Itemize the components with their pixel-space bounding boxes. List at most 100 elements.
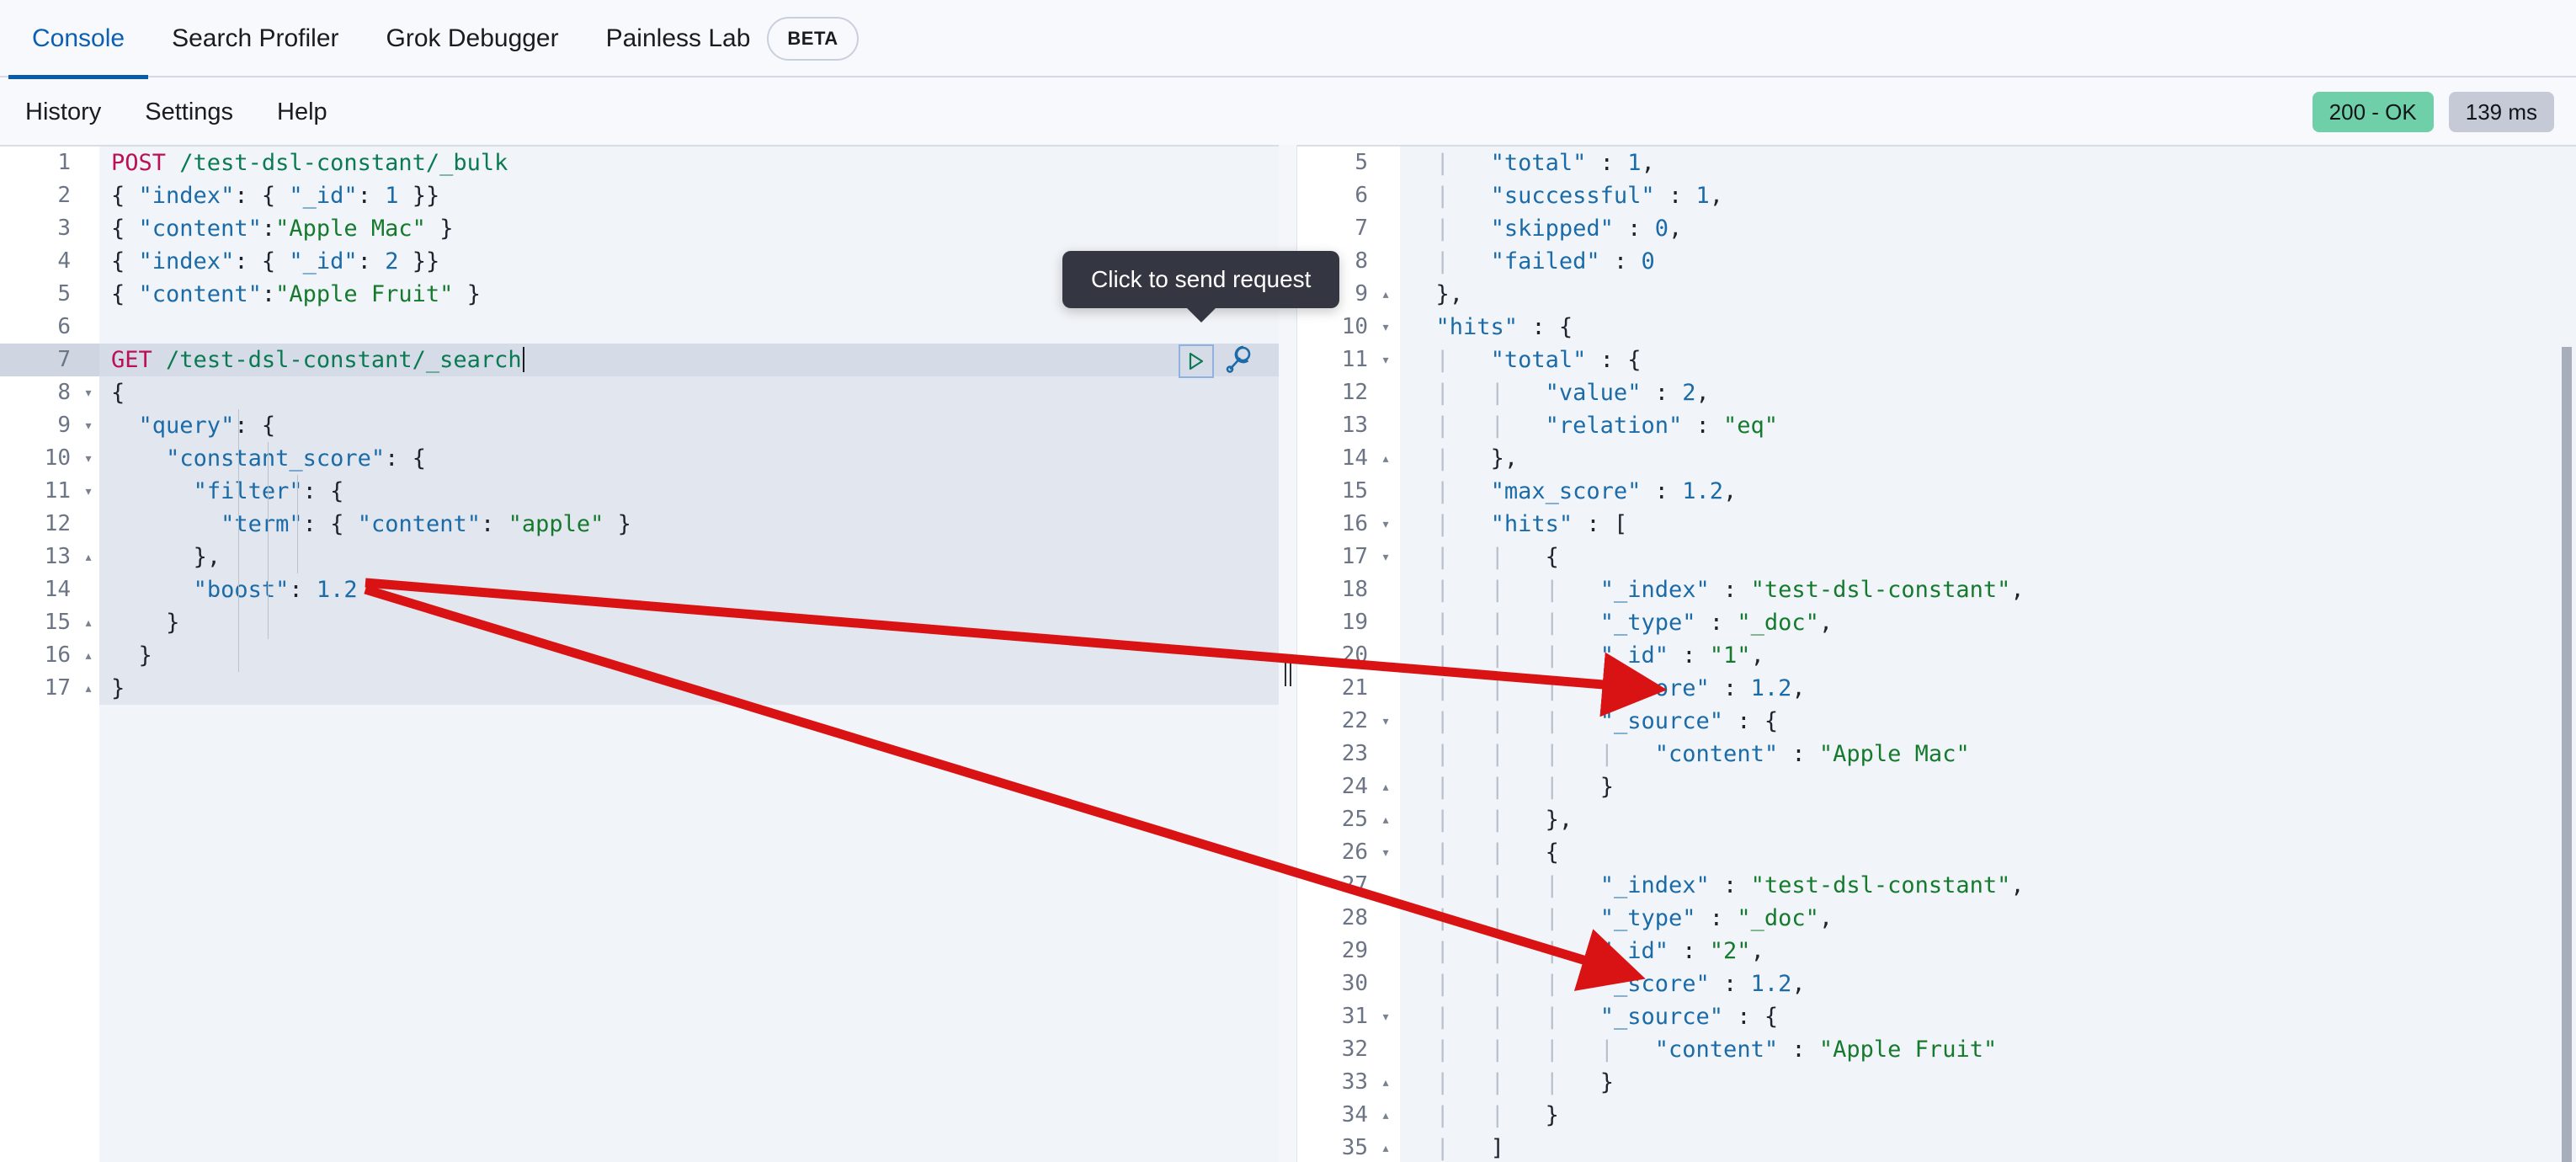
response-line-number: 14 [1297, 442, 1375, 475]
editor-line[interactable]: 7GET /test-dsl-constant/_search [0, 344, 1279, 376]
editor-line[interactable]: 9▾ "query": { [0, 409, 1279, 442]
tab-search-profiler[interactable]: Search Profiler [148, 0, 362, 77]
chevron-down-icon[interactable]: ▾ [77, 409, 99, 442]
chevron-down-icon[interactable]: ▾ [1375, 836, 1397, 869]
response-line-number: 16 [1297, 508, 1375, 541]
editor-line[interactable]: 13▴ }, [0, 541, 1279, 573]
chevron-up-icon[interactable]: ▴ [77, 672, 99, 705]
response-line: 29 | | | "_id" : "2", [1297, 935, 2576, 967]
response-line: 9▴ }, [1297, 278, 2576, 311]
history-button[interactable]: History [25, 99, 101, 126]
editor-line-text: } [99, 606, 1279, 639]
response-line-number: 34 [1297, 1099, 1375, 1132]
splitter-grip-icon[interactable] [1283, 661, 1293, 686]
editor-line[interactable]: 12 "term": { "content": "apple" } [0, 508, 1279, 541]
editor-line[interactable]: 17▴} [0, 672, 1279, 705]
chevron-up-icon[interactable]: ▴ [1375, 770, 1397, 803]
response-line-text: | "hits" : [ [1397, 508, 2576, 541]
chevron-up-icon[interactable]: ▴ [1375, 803, 1397, 836]
chevron-down-icon[interactable]: ▾ [1375, 1000, 1397, 1033]
chevron-down-icon[interactable]: ▾ [1375, 311, 1397, 344]
response-line: 23 | | | | "content" : "Apple Mac" [1297, 738, 2576, 770]
response-line: 15 | "max_score" : 1.2, [1297, 475, 2576, 508]
chevron-down-icon[interactable]: ▾ [77, 442, 99, 475]
open-documentation-button[interactable] [1222, 342, 1256, 380]
editor-line-number: 13 [0, 541, 77, 573]
response-line: 11▾ | "total" : { [1297, 344, 2576, 376]
response-pane[interactable]: 5 | "total" : 1,6 | "successful" : 1,7 |… [1296, 145, 2576, 1162]
editor-line[interactable]: 15▴ } [0, 606, 1279, 639]
response-line-text: | | | "_index" : "test-dsl-constant", [1397, 869, 2576, 902]
editor-line[interactable]: 11▾ "filter": { [0, 475, 1279, 508]
tab-grok-debugger[interactable]: Grok Debugger [363, 0, 583, 77]
editor-line[interactable]: 8▾{ [0, 376, 1279, 409]
chevron-down-icon[interactable]: ▾ [1375, 705, 1397, 738]
chevron-up-icon[interactable]: ▴ [1375, 278, 1397, 311]
response-line: 31▾ | | | "_source" : { [1297, 1000, 2576, 1033]
send-request-button[interactable] [1179, 344, 1214, 378]
chevron-down-icon[interactable]: ▾ [1375, 344, 1397, 376]
editor-line-number: 8 [0, 376, 77, 409]
chevron-up-icon[interactable]: ▴ [1375, 1132, 1397, 1162]
editor-line-number: 7 [0, 344, 77, 376]
editor-line-number: 14 [0, 573, 77, 606]
beta-badge: BETA [767, 17, 858, 61]
chevron-down-icon[interactable]: ▾ [1375, 508, 1397, 541]
editor-line[interactable]: 2{ "index": { "_id": 1 }} [0, 179, 1279, 212]
chevron-up-icon[interactable]: ▴ [77, 541, 99, 573]
response-line: 17▾ | | { [1297, 541, 2576, 573]
editor-line-text: } [99, 672, 1279, 705]
chevron-down-icon[interactable]: ▾ [1375, 541, 1397, 573]
chevron-up-icon[interactable]: ▴ [77, 639, 99, 672]
tab-grok-debugger-label: Grok Debugger [386, 24, 559, 53]
wrench-icon [1222, 342, 1256, 376]
chevron-up-icon[interactable]: ▴ [1375, 442, 1397, 475]
editor-line[interactable]: 14 "boost": 1.2 [0, 573, 1279, 606]
editor-line[interactable]: 16▴ } [0, 639, 1279, 672]
help-button[interactable]: Help [277, 99, 327, 126]
response-line: 35▴ | ] [1297, 1132, 2576, 1162]
editor-line[interactable]: 10▾ "constant_score": { [0, 442, 1279, 475]
response-line-number: 26 [1297, 836, 1375, 869]
tab-console[interactable]: Console [8, 0, 148, 77]
response-line-text: | | { [1397, 836, 2576, 869]
response-line-number: 33 [1297, 1066, 1375, 1099]
response-line: 22▾ | | | "_source" : { [1297, 705, 2576, 738]
response-line: 6 | "successful" : 1, [1297, 179, 2576, 212]
chevron-down-icon[interactable]: ▾ [77, 475, 99, 508]
chevron-up-icon[interactable]: ▴ [1375, 1099, 1397, 1132]
response-line: 21 | | | "_score" : 1.2, [1297, 672, 2576, 705]
response-code[interactable]: 5 | "total" : 1,6 | "successful" : 1,7 |… [1297, 147, 2576, 1162]
editor-line-number: 1 [0, 147, 77, 179]
editor-line-text: }, [99, 541, 1279, 573]
tab-painless-lab[interactable]: Painless Lab BETA [583, 0, 882, 77]
settings-button[interactable]: Settings [145, 99, 233, 126]
editor-line-number: 15 [0, 606, 77, 639]
chevron-down-icon[interactable]: ▾ [77, 376, 99, 409]
chevron-up-icon[interactable]: ▴ [1375, 1066, 1397, 1099]
response-line-text: | "max_score" : 1.2, [1397, 475, 2576, 508]
response-scrollbar-track[interactable] [2557, 145, 2576, 1162]
tab-search-profiler-label: Search Profiler [172, 24, 338, 53]
response-line: 18 | | | "_index" : "test-dsl-constant", [1297, 573, 2576, 606]
editor-line-text: { [99, 376, 1279, 409]
editor-line[interactable]: 6 [0, 311, 1279, 344]
response-line: 12 | | "value" : 2, [1297, 376, 2576, 409]
editor-line-number: 11 [0, 475, 77, 508]
response-line-text: | "total" : { [1397, 344, 2576, 376]
response-line-text: | | | "_score" : 1.2, [1397, 672, 2576, 705]
editor-line[interactable]: 1POST /test-dsl-constant/_bulk [0, 147, 1279, 179]
status-badge: 200 - OK [2313, 92, 2434, 132]
response-line-text: | | }, [1397, 803, 2576, 836]
chevron-up-icon[interactable]: ▴ [77, 606, 99, 639]
editor-line[interactable]: 3{ "content":"Apple Mac" } [0, 212, 1279, 245]
response-scrollbar-thumb[interactable] [2562, 347, 2572, 1162]
response-line-number: 11 [1297, 344, 1375, 376]
response-line-number: 21 [1297, 672, 1375, 705]
response-line-number: 30 [1297, 967, 1375, 1000]
response-line-number: 7 [1297, 212, 1375, 245]
response-time-badge: 139 ms [2449, 92, 2554, 132]
editor-line-text: { "content":"Apple Mac" } [99, 212, 1279, 245]
response-line: 5 | "total" : 1, [1297, 147, 2576, 179]
response-line-text: | | | "_score" : 1.2, [1397, 967, 2576, 1000]
